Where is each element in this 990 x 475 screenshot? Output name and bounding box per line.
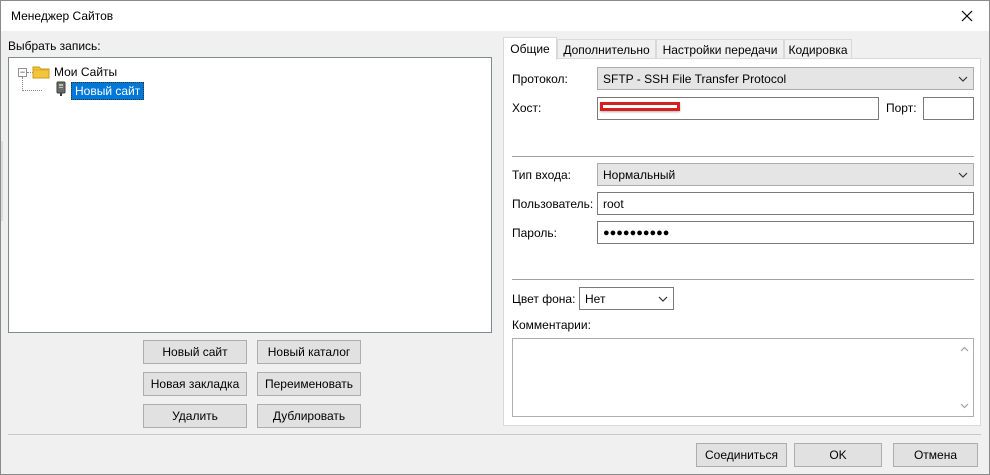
ok-button[interactable]: OK [794,443,882,467]
bg-color-label: Цвет фона: [512,292,576,306]
protocol-value: SFTP - SSH File Transfer Protocol [603,71,787,86]
scroll-down-icon[interactable] [958,399,971,412]
select-entry-label: Выбрать запись: [8,39,101,53]
protocol-select[interactable]: SFTP - SSH File Transfer Protocol [597,67,974,90]
logon-type-select[interactable]: Нормальный [597,163,974,186]
window-title: Менеджер Сайтов [11,9,114,23]
tree-connector-vertical [22,77,42,91]
duplicate-button[interactable]: Дублировать [257,404,361,428]
tree-item-my-sites[interactable]: Мои Сайты [54,65,117,79]
user-input[interactable]: root [597,192,974,215]
chevron-down-icon [958,76,968,82]
tab-general[interactable]: Общие [503,37,557,60]
new-bookmark-button[interactable]: Новая закладка [143,372,247,396]
delete-button[interactable]: Удалить [143,404,247,428]
cancel-button[interactable]: Отмена [893,443,978,467]
tree-expander-icon[interactable]: − [18,68,27,77]
bg-color-value: Нет [585,291,606,306]
site-tree[interactable]: − Мои Сайты Новый сайт [8,57,492,333]
tab-advanced[interactable]: Дополнительно [557,39,656,59]
port-input[interactable] [923,97,974,120]
new-folder-button[interactable]: Новый каталог [257,340,361,364]
scroll-up-icon[interactable] [958,343,971,356]
bg-color-select[interactable]: Нет [579,287,674,310]
tree-item-new-site[interactable]: Новый сайт [71,82,145,100]
tab-transfer-settings[interactable]: Настройки передачи [656,39,784,59]
user-label: Пользователь: [512,197,594,211]
site-manager-window: Менеджер Сайтов Выбрать запись: − Мои Са… [0,0,990,475]
logon-type-value: Нормальный [603,167,676,182]
logon-type-label: Тип входа: [512,168,571,182]
close-button[interactable] [945,1,989,31]
rename-button[interactable]: Переименовать [257,372,361,396]
user-value: root [603,196,624,211]
chevron-down-icon [658,296,668,302]
footer-divider [8,434,981,435]
password-input[interactable]: ●●●●●●●●●● [597,221,974,244]
chevron-down-icon [958,172,968,178]
section-divider [512,279,974,280]
comments-label: Комментарии: [512,318,591,332]
folder-icon [32,66,50,79]
site-icon [56,81,66,96]
password-label: Пароль: [512,226,557,240]
comments-textarea[interactable] [512,338,974,417]
left-edge [1,141,3,221]
password-value: ●●●●●●●●●● [603,226,670,239]
connect-button[interactable]: Соединиться [696,443,787,467]
protocol-label: Протокол: [512,72,568,86]
tab-charset[interactable]: Кодировка [784,39,852,59]
host-label: Хост: [512,101,542,115]
new-site-button[interactable]: Новый сайт [143,340,247,364]
redaction-mark [600,102,680,111]
port-label: Порт: [886,101,917,115]
title-bar: Менеджер Сайтов [1,1,989,31]
section-divider [512,156,974,157]
close-icon [961,10,973,22]
